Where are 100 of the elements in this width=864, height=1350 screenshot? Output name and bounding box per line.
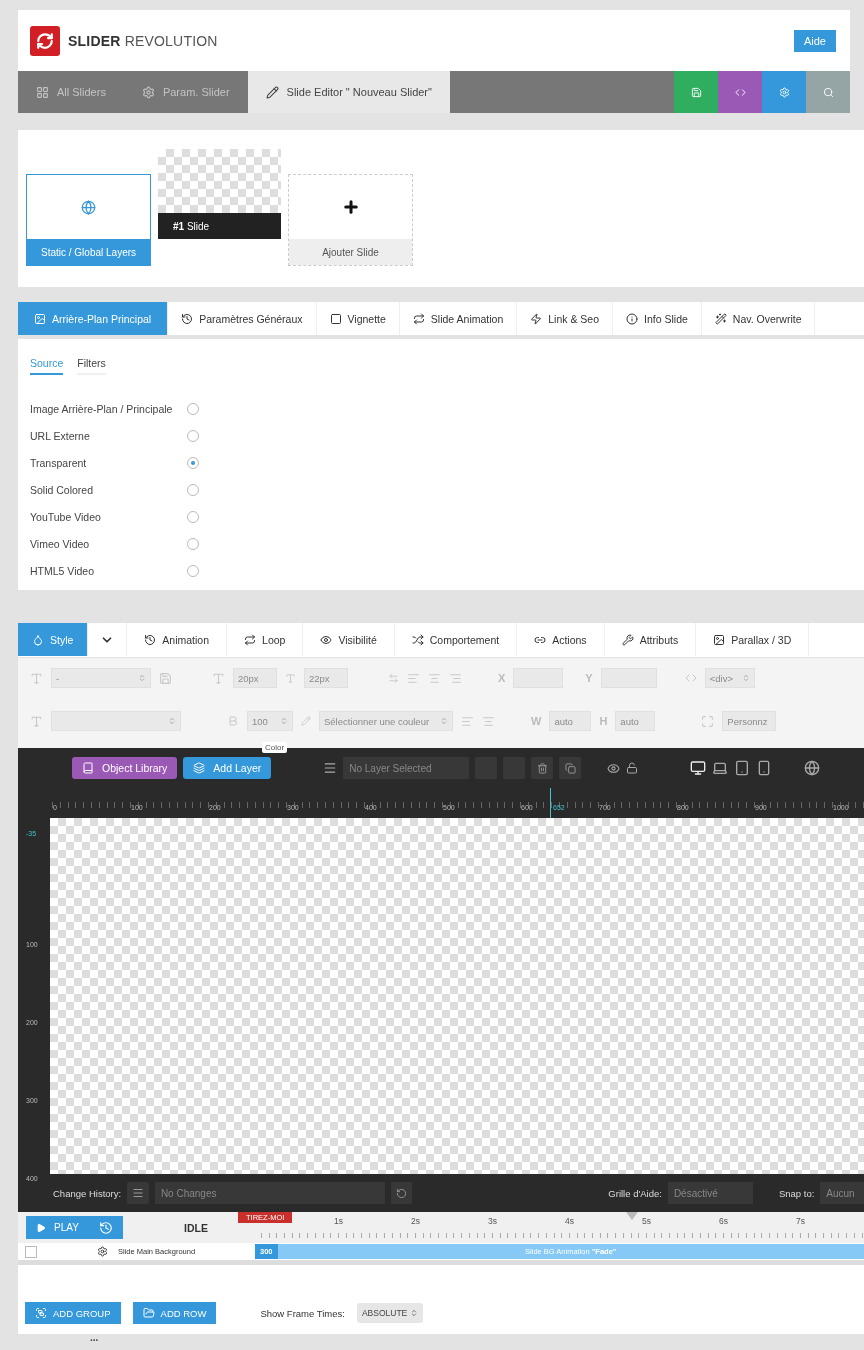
- history-icon: [144, 633, 157, 646]
- book-icon: [82, 762, 94, 774]
- layer-field[interactable]: No Layer Selected: [343, 757, 470, 779]
- sub-tab[interactable]: Filters: [77, 353, 106, 375]
- settings-tab[interactable]: Arrière-Plan Principal: [18, 302, 169, 335]
- status-text: IDLE: [184, 1221, 208, 1234]
- frame-times-select[interactable]: ABSOLUTE: [356, 1303, 424, 1323]
- lightning-icon: [530, 312, 543, 325]
- line-height-field[interactable]: 22px: [304, 668, 348, 688]
- copy-icon: [564, 762, 576, 774]
- play-button[interactable]: PLAY: [26, 1216, 89, 1239]
- history-field[interactable]: No Changes: [154, 1182, 385, 1204]
- time-label: 3s: [488, 1216, 497, 1226]
- gear-icon: [97, 1246, 108, 1257]
- option-label: URL Externe: [30, 429, 91, 442]
- slide-label: Ajouter Slide: [322, 246, 379, 258]
- time-label: 2s: [411, 1216, 420, 1226]
- globe-icon: [81, 199, 96, 215]
- grid-select[interactable]: Désactivé: [667, 1182, 754, 1204]
- select-arrows-icon: [410, 1309, 419, 1317]
- playhead-icon[interactable]: [626, 1212, 638, 1220]
- square-icon: [329, 312, 342, 325]
- tablet-icon: [734, 760, 751, 776]
- save-button[interactable]: [674, 71, 718, 113]
- slide-card[interactable]: Ajouter Slide: [288, 174, 413, 266]
- option-label: Solid Colored: [30, 483, 95, 496]
- font-select[interactable]: -: [51, 668, 151, 688]
- time-label: 1s: [334, 1216, 343, 1226]
- w-label: W: [531, 715, 542, 727]
- menu-icon: [132, 1187, 144, 1199]
- select-arrows-icon: [138, 674, 146, 682]
- save-icon: [159, 671, 172, 685]
- slide-label: #1 Slide: [173, 220, 210, 232]
- history-button[interactable]: [88, 1216, 123, 1239]
- trash-icon: [536, 762, 548, 774]
- align-center-icon: [428, 671, 441, 685]
- nav-tab[interactable]: Slide Editor " Nouveau Slider": [247, 71, 450, 113]
- resize-icon: [701, 714, 715, 728]
- width-field[interactable]: auto: [549, 711, 592, 731]
- snap-select[interactable]: Aucun: [820, 1182, 864, 1204]
- arrows-icon: [411, 633, 424, 646]
- align-top-icon: [461, 714, 474, 728]
- time-label: 7s: [796, 1216, 805, 1226]
- object-library-button[interactable]: Object Library: [72, 757, 178, 779]
- option-label: HTML5 Video: [30, 564, 95, 577]
- history-icon: [98, 1220, 113, 1235]
- nav-tab[interactable]: Param. Slider: [123, 71, 248, 113]
- tooltip: Color: [262, 742, 288, 753]
- eye-icon: [607, 761, 621, 775]
- option-label: Image Arrière-Plan / Principale: [30, 402, 174, 415]
- select-arrows-icon: [168, 717, 176, 725]
- weight-select[interactable]: 100: [247, 711, 293, 731]
- add-group-button[interactable]: ADD GROUP: [25, 1302, 121, 1324]
- y-label: Y: [585, 672, 593, 684]
- height-field[interactable]: auto: [615, 711, 656, 731]
- help-button[interactable]: Aide: [793, 29, 836, 52]
- loop-icon: [244, 633, 257, 646]
- sub-tab[interactable]: Source: [30, 353, 64, 375]
- font-size-field[interactable]: 20px: [233, 668, 277, 688]
- pencil-icon: [301, 716, 311, 726]
- history-icon: [181, 312, 194, 325]
- plus-icon: [341, 198, 360, 216]
- delete-button[interactable]: [531, 757, 554, 779]
- image-icon: [34, 312, 46, 325]
- group-icon: [35, 1307, 47, 1319]
- add-layer-button[interactable]: Add Layer: [183, 757, 272, 779]
- select-arrows-icon: [280, 717, 288, 725]
- code-icon: [734, 86, 746, 98]
- droplet-icon: [32, 633, 44, 646]
- align-left-icon: [407, 671, 420, 685]
- search-button[interactable]: [806, 71, 850, 113]
- text-icon: [30, 671, 43, 685]
- style-select[interactable]: [51, 711, 181, 731]
- time-label: 5s: [642, 1216, 651, 1226]
- align-middle-icon: [482, 714, 495, 728]
- line-height-icon: [285, 672, 296, 684]
- x-label: X: [498, 672, 506, 684]
- history-label: Change History:: [53, 1187, 122, 1199]
- tag-select[interactable]: <div>: [704, 668, 755, 688]
- duplicate-button[interactable]: [559, 757, 582, 779]
- add-row-button[interactable]: ADD ROW: [132, 1302, 217, 1324]
- logo-text: SLIDER REVOLUTION: [68, 32, 218, 49]
- nav-tab[interactable]: All Sliders: [18, 71, 124, 113]
- option-label: YouTube Video: [30, 510, 102, 523]
- settings-button[interactable]: [762, 71, 806, 113]
- code-button[interactable]: [718, 71, 762, 113]
- slide-canvas[interactable]: [50, 818, 864, 1174]
- slide-card[interactable]: Static / Global Layers: [26, 174, 151, 266]
- image-icon: [713, 633, 726, 646]
- checkbox[interactable]: [25, 1245, 37, 1258]
- color-select[interactable]: Sélectionner une couleur: [319, 711, 453, 731]
- mode-select[interactable]: Personnz: [722, 711, 777, 731]
- time-label: 4s: [565, 1216, 574, 1226]
- menu-button[interactable]: [127, 1182, 149, 1204]
- grid-icon: [36, 85, 49, 99]
- select-arrows-icon: [440, 717, 448, 725]
- text-icon: [30, 714, 43, 728]
- layer-tab[interactable]: Style: [18, 623, 89, 656]
- time-label: 6s: [719, 1216, 728, 1226]
- undo-button[interactable]: [390, 1182, 413, 1204]
